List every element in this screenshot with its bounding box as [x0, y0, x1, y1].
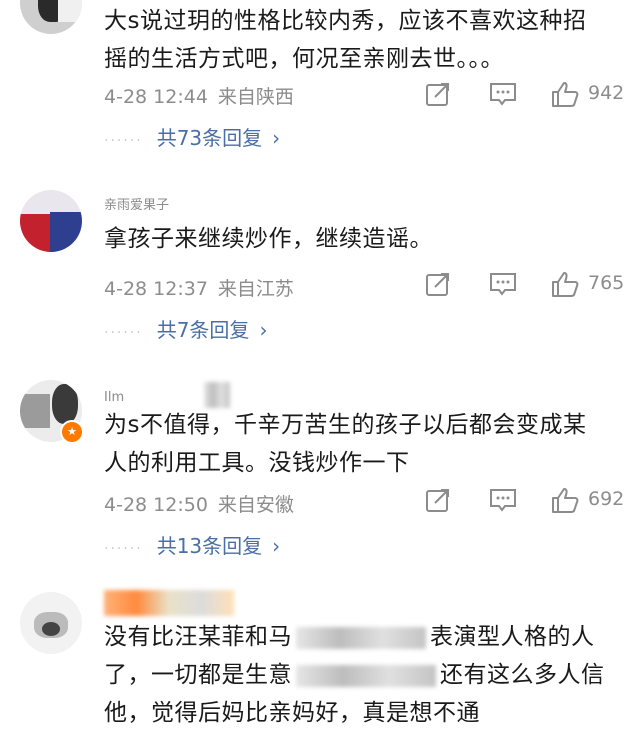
- username[interactable]: 亲雨爱果子: [104, 194, 169, 210]
- redacted-username: [104, 590, 234, 616]
- avatar[interactable]: [20, 190, 82, 252]
- thumbs-up-icon[interactable]: [550, 270, 580, 298]
- avatar[interactable]: [20, 592, 82, 654]
- vip-badge-icon: ★: [60, 420, 84, 444]
- timestamp: 4-28 12:50: [104, 494, 208, 516]
- location: 来自陕西: [217, 86, 294, 108]
- chevron-right-icon: ›: [272, 534, 281, 558]
- dots-icon: ······: [104, 133, 143, 149]
- redacted-block: [296, 664, 436, 687]
- dots-icon: ······: [104, 325, 143, 341]
- redacted-block: [204, 382, 230, 408]
- comment-actions: 765: [424, 270, 634, 300]
- username[interactable]: Ilm: [104, 390, 124, 406]
- comment-actions: 942: [424, 80, 634, 110]
- location: 来自安徽: [217, 494, 294, 516]
- thumbs-up-icon[interactable]: [550, 486, 580, 514]
- chevron-right-icon: ›: [259, 318, 268, 342]
- comment-meta: 4-28 12:50 来自安徽: [104, 490, 294, 517]
- share-icon[interactable]: [424, 486, 452, 514]
- dots-icon: ······: [104, 541, 143, 557]
- like-count: 692: [588, 488, 625, 510]
- replies-label: 共13条回复: [156, 534, 263, 558]
- replies-label: 共73条回复: [156, 126, 263, 150]
- comment-text: 没有比汪某菲和马 表演型人格的人 了，一切都是生意 还有这么多人信 他，觉得后妈比亲…: [104, 624, 605, 726]
- like-count: 942: [588, 82, 625, 104]
- comment-meta: 4-28 12:44 来自陕西: [104, 82, 294, 109]
- comment-text: 大s说过玥的性格比较内秀，应该不喜欢这种招 摇的生活方式吧，何况至亲刚去世。。。: [104, 8, 587, 72]
- share-icon[interactable]: [424, 270, 452, 298]
- like-count: 765: [588, 272, 625, 294]
- timestamp: 4-28 12:37: [104, 278, 208, 300]
- redacted-block: [296, 626, 426, 649]
- share-icon[interactable]: [424, 80, 452, 108]
- view-replies-link[interactable]: ······ 共7条回复 ›: [104, 314, 267, 343]
- view-replies-link[interactable]: ······ 共73条回复 ›: [104, 122, 280, 151]
- view-replies-link[interactable]: ······ 共13条回复 ›: [104, 530, 280, 559]
- comment-text: 为s不值得，千辛万苦生的孩子以后都会变成某 人的利用工具。没钱炒作一下: [104, 412, 587, 476]
- comment-icon[interactable]: [488, 270, 518, 298]
- thumbs-up-icon[interactable]: [550, 80, 580, 108]
- comment-meta: 4-28 12:37 来自江苏: [104, 274, 294, 301]
- chevron-right-icon: ›: [272, 126, 281, 150]
- replies-label: 共7条回复: [156, 318, 250, 342]
- timestamp: 4-28 12:44: [104, 86, 208, 108]
- location: 来自江苏: [217, 278, 294, 300]
- avatar[interactable]: [20, 0, 82, 34]
- comment-text: 拿孩子来继续炒作，继续造谣。: [104, 226, 433, 252]
- comment-icon[interactable]: [488, 486, 518, 514]
- comment-icon[interactable]: [488, 80, 518, 108]
- comment-actions: 692: [424, 486, 634, 516]
